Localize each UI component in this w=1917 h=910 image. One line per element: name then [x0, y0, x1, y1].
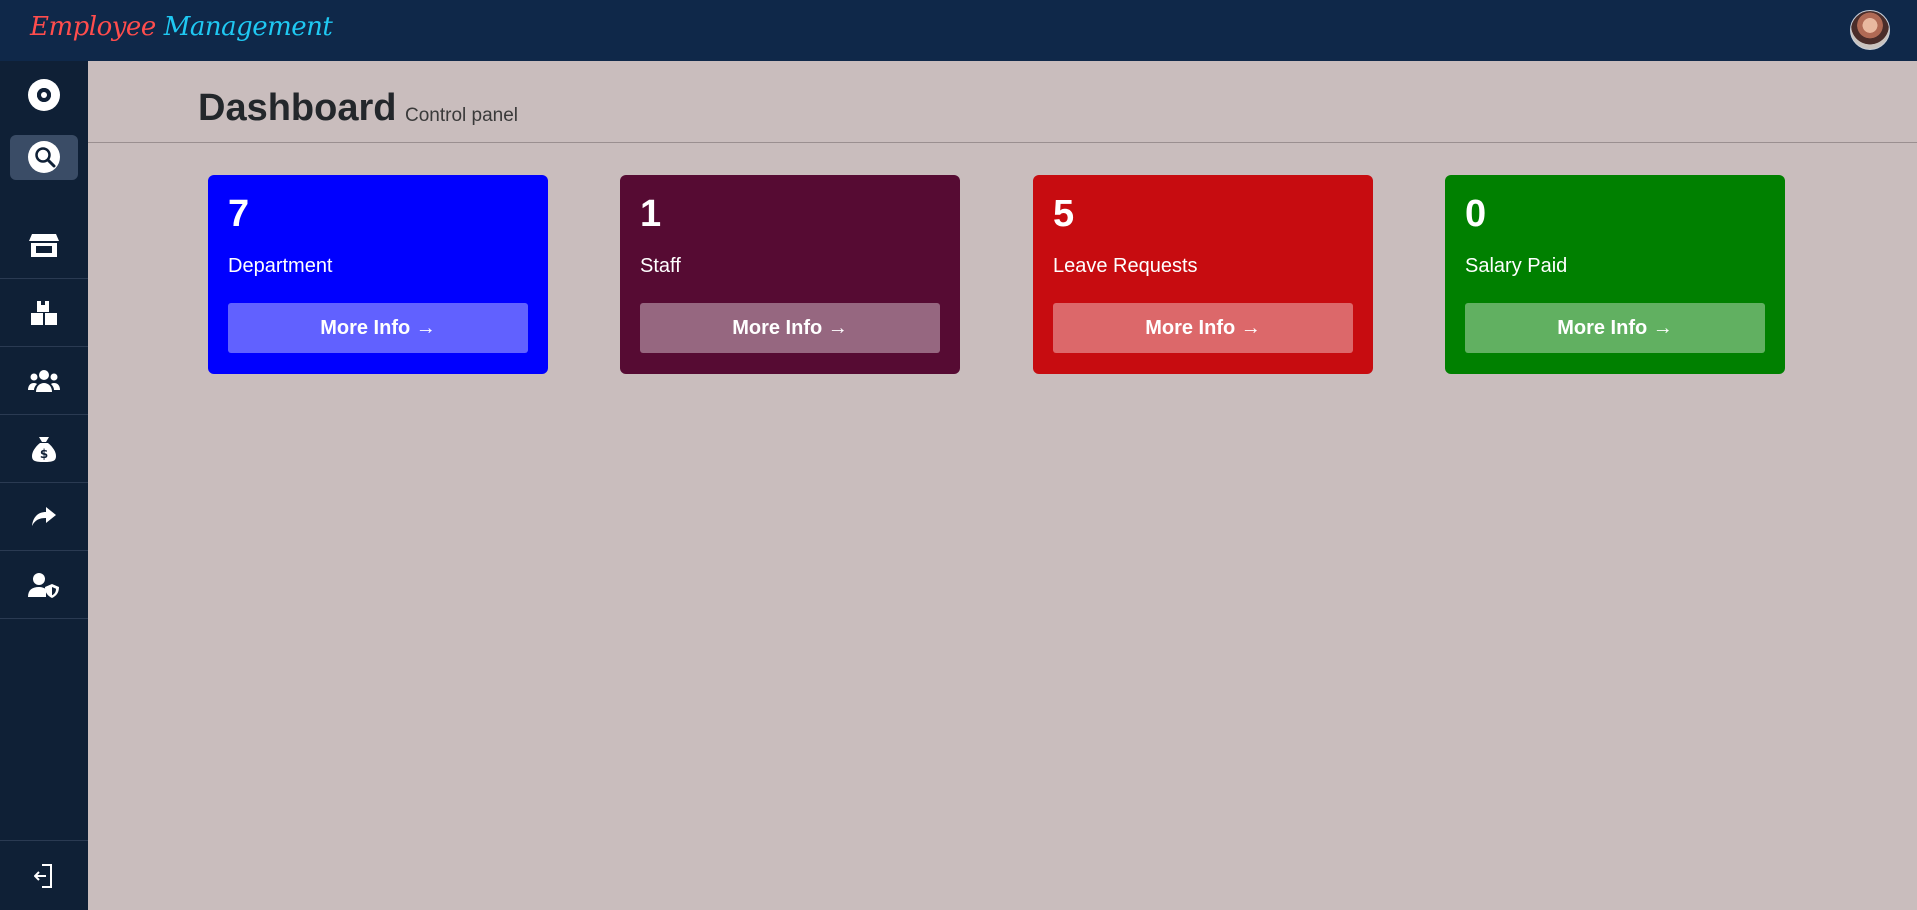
sidebar-nav: $ [0, 211, 88, 619]
stat-value: 7 [228, 193, 250, 235]
page-subtitle: Control panel [405, 105, 519, 126]
more-info-button[interactable]: More Info → [640, 303, 940, 353]
stat-label: Department [228, 255, 333, 277]
search-button[interactable] [10, 135, 78, 180]
stat-label: Salary Paid [1465, 255, 1568, 277]
stat-label: Leave Requests [1053, 255, 1198, 277]
brand-logo[interactable]: Employee Management [30, 12, 333, 42]
top-navbar: Employee Management [0, 0, 1917, 61]
stat-card-leave-requests: 5 Leave Requests More Info → [1033, 175, 1373, 374]
brand-second-word: Management [163, 12, 333, 42]
sidebar-item-salary[interactable]: $ [0, 415, 88, 483]
sidebar-item-admin[interactable] [0, 551, 88, 619]
user-shield-icon [28, 572, 59, 598]
boxes-icon [31, 300, 57, 325]
svg-text:$: $ [40, 447, 48, 461]
more-info-button[interactable]: More Info → [228, 303, 528, 353]
sidebar-item-staff[interactable] [0, 279, 88, 347]
share-arrow-icon [32, 506, 56, 526]
search-icon [35, 147, 56, 168]
money-bag-icon: $ [32, 436, 56, 462]
stat-card-salary-paid: 0 Salary Paid More Info → [1445, 175, 1785, 374]
stat-card-department: 7 Department More Info → [208, 175, 548, 374]
users-icon [28, 369, 60, 392]
brand-first-word: Employee [30, 12, 156, 42]
logout-button[interactable] [0, 840, 88, 910]
sidebar-item-employees[interactable] [0, 347, 88, 415]
sidebar: $ [0, 61, 88, 910]
logout-icon [34, 863, 52, 888]
eye-icon[interactable] [28, 79, 60, 111]
more-info-button[interactable]: More Info → [1053, 303, 1353, 353]
stat-value: 0 [1465, 193, 1487, 235]
content-header: Dashboard Control panel [88, 61, 1917, 143]
store-icon [29, 233, 59, 257]
sidebar-item-leave[interactable] [0, 483, 88, 551]
stat-value: 5 [1053, 193, 1075, 235]
page-title: Dashboard [198, 87, 397, 129]
sidebar-item-department[interactable] [0, 211, 88, 279]
stat-value: 1 [640, 193, 662, 235]
stat-card-staff: 1 Staff More Info → [620, 175, 960, 374]
user-avatar[interactable] [1850, 10, 1890, 50]
more-info-button[interactable]: More Info → [1465, 303, 1765, 353]
stat-label: Staff [640, 255, 681, 277]
